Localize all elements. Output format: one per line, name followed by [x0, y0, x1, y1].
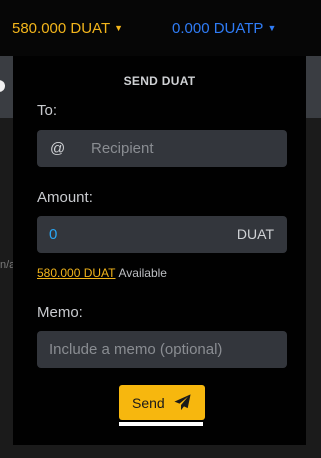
recipient-input[interactable]: [91, 130, 271, 167]
available-amount-link[interactable]: 580.000 DUAT: [37, 266, 116, 280]
send-dropdown-panel: SEND DUAT To: @ Amount: DUAT 580.000 DUA…: [13, 56, 306, 445]
memo-label: Memo:: [37, 304, 83, 321]
top-bar: 580.000 DUAT ▼ 0.000 DUATP ▼: [0, 0, 321, 56]
send-button-label: Send: [132, 395, 165, 411]
memo-input[interactable]: [49, 331, 279, 368]
available-label: Available: [118, 266, 167, 280]
duatp-balance-text: 0.000 DUATP: [172, 20, 264, 37]
amount-unit: DUAT: [236, 226, 274, 242]
amount-input[interactable]: [49, 216, 209, 253]
duat-balance-dropdown[interactable]: 580.000 DUAT ▼: [12, 20, 123, 37]
available-balance: 580.000 DUAT Available: [37, 266, 167, 280]
send-button[interactable]: Send: [119, 385, 205, 420]
amount-label: Amount:: [37, 189, 93, 206]
recipient-field[interactable]: @: [37, 130, 287, 167]
at-icon: @: [50, 140, 66, 157]
caret-down-icon: ▼: [114, 23, 124, 33]
to-label: To:: [37, 102, 58, 119]
button-underline: [119, 422, 203, 426]
duatp-balance-dropdown[interactable]: 0.000 DUATP ▼: [172, 20, 276, 37]
paper-plane-icon: [174, 394, 191, 411]
duat-balance-text: 580.000 DUAT: [12, 20, 111, 37]
caret-down-icon: ▼: [267, 23, 277, 33]
panel-title: SEND DUAT: [123, 74, 196, 88]
amount-field[interactable]: DUAT: [37, 216, 287, 253]
memo-field[interactable]: [37, 331, 287, 368]
